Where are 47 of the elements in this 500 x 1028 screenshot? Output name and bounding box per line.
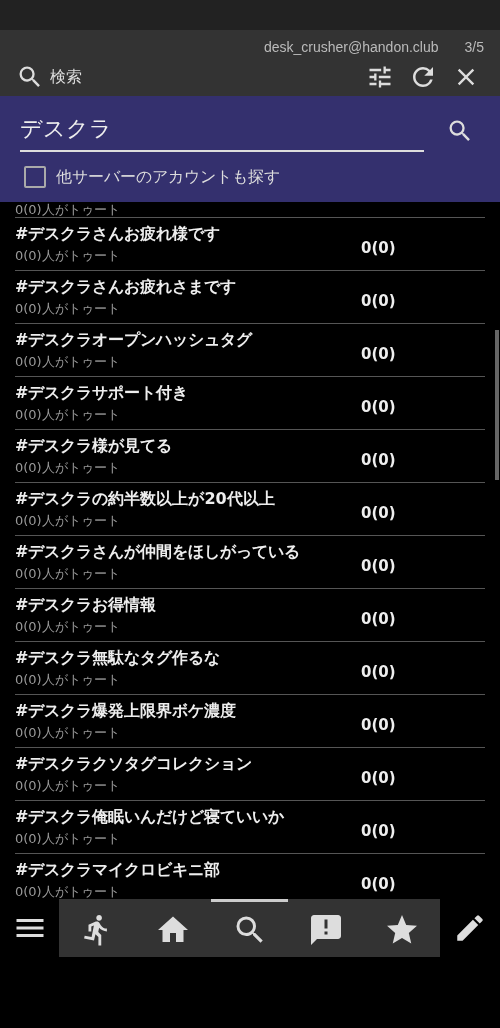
toot-count-text: 0(0)人がトゥート (15, 352, 121, 371)
checkbox-label: 他サーバーのアカウントも探す (56, 166, 280, 188)
usage-count: 0(0) (361, 557, 397, 575)
toot-count-text: 0(0)人がトゥート (15, 829, 121, 848)
usage-count: 0(0) (361, 875, 397, 893)
usage-count: 0(0) (361, 716, 397, 734)
toot-count-text: 0(0)人がトゥート (15, 882, 121, 899)
toot-count-text: 0(0)人がトゥート (15, 405, 121, 424)
usage-count: 0(0) (361, 663, 397, 681)
hashtag-title[interactable]: #デスクラ爆発上限界ボケ濃度 (15, 700, 361, 722)
hashtag-title[interactable]: #デスクラ様が見てる (15, 435, 361, 457)
hashtag-title[interactable]: #デスクラサポート付き (15, 382, 361, 404)
hashtag-title[interactable]: #デスクラさんお疲れさまです (15, 276, 361, 298)
usage-count: 0(0) (361, 292, 397, 310)
hashtag-title[interactable]: #デスクラマイクロビキニ部 (15, 859, 361, 881)
usage-count: 0(0) (361, 398, 397, 416)
toot-count-text: 0(0)人がトゥート (15, 299, 121, 318)
toot-count-text: 0(0)人がトゥート (15, 617, 121, 636)
hashtag-title[interactable]: #デスクラ俺眠いんだけど寝ていいか (15, 806, 361, 828)
hashtag-title[interactable]: #デスクラ無駄なタグ作るな (15, 647, 361, 669)
usage-count: 0(0) (361, 451, 397, 469)
usage-count: 0(0) (361, 504, 397, 522)
search-field[interactable]: デスクラ (20, 110, 424, 152)
hashtag-title[interactable]: #デスクラの約半数以上が20代以上 (15, 488, 361, 510)
hashtag-title[interactable]: #デスクラオープンハッシュタグ (15, 329, 361, 351)
usage-count: 0(0) (361, 345, 397, 363)
hashtag-title[interactable]: #デスクラさんお疲れ様です (15, 223, 361, 245)
toot-count-text: 0(0)人がトゥート (15, 202, 120, 217)
page-indicator: 3/5 (464, 39, 484, 55)
usage-count: 0(0) (361, 239, 397, 257)
toot-count-text: 0(0)人がトゥート (15, 511, 121, 530)
toot-count-text: 0(0)人がトゥート (15, 246, 121, 265)
hashtag-title[interactable]: #デスクラさんが仲間をほしがっている (15, 541, 361, 563)
usage-count: 0(0) (361, 769, 397, 787)
checkbox[interactable] (24, 166, 46, 188)
hashtag-title[interactable]: #デスクラお得情報 (15, 594, 361, 616)
usage-count: 0(0) (361, 610, 397, 628)
account-name: desk_crusher@handon.club (264, 39, 439, 55)
usage-count: 0(0) (361, 822, 397, 840)
toot-count-text: 0(0)人がトゥート (15, 723, 121, 742)
column-title: 検索 (50, 66, 83, 88)
toot-count-text: 0(0)人がトゥート (15, 458, 121, 477)
scrollbar[interactable] (495, 330, 499, 480)
toot-count-text: 0(0)人がトゥート (15, 564, 121, 583)
toot-count-text: 0(0)人がトゥート (15, 776, 121, 795)
toot-count-text: 0(0)人がトゥート (15, 670, 121, 689)
hashtag-title[interactable]: #デスクラクソタグコレクション (15, 753, 361, 775)
